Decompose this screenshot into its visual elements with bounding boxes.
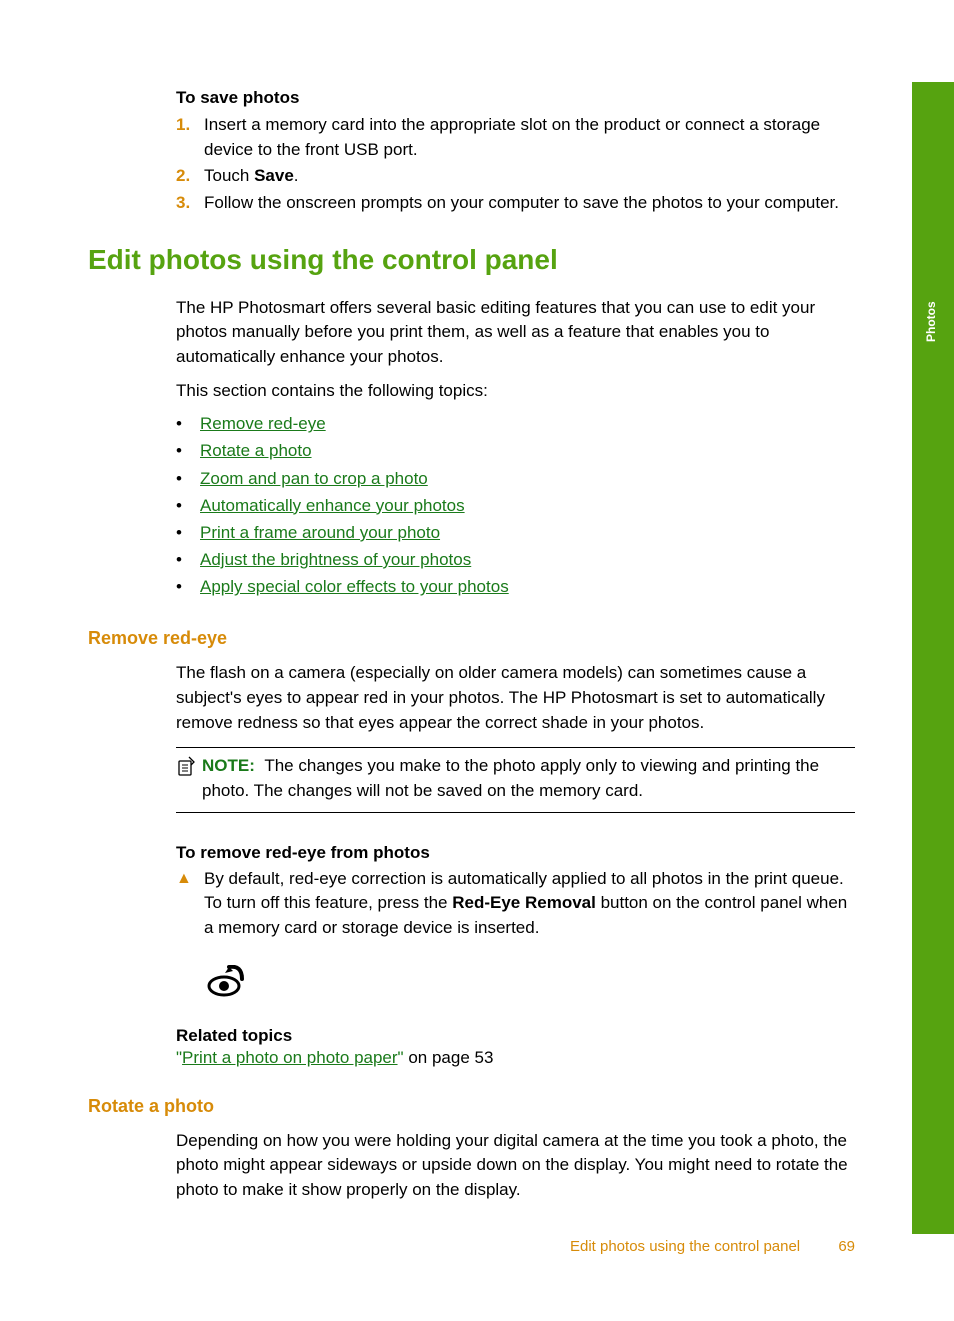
link-auto-enhance[interactable]: Automatically enhance your photos [200,492,465,519]
intro-section: The HP Photosmart offers several basic e… [176,296,855,601]
side-tab: Photos [912,82,954,1234]
list-text: Touch Save. [204,164,299,189]
heading-rotate-photo: Rotate a photo [88,1096,855,1117]
bullet-icon: • [176,492,200,519]
footer-title: Edit photos using the control panel [570,1238,800,1255]
link-adjust-brightness[interactable]: Adjust the brightness of your photos [200,546,471,573]
related-topics-title: Related topics [176,1026,855,1046]
list-text: Follow the onscreen prompts on your comp… [204,191,839,216]
topic-item: •Remove red-eye [176,410,855,437]
topic-item: •Automatically enhance your photos [176,492,855,519]
list-item: 2. Touch Save. [176,164,855,189]
side-tab-label: Photos [924,301,938,342]
proc-title: To remove red-eye from photos [176,843,855,863]
note-icon [176,754,202,803]
rotate-p1: Depending on how you were holding your d… [176,1129,855,1203]
proc-list: ▲ By default, red-eye correction is auto… [176,867,855,941]
bullet-icon: • [176,546,200,573]
save-photos-title: To save photos [176,88,855,108]
topic-item: •Print a frame around your photo [176,519,855,546]
heading-remove-red-eye: Remove red-eye [88,628,855,649]
link-remove-red-eye[interactable]: Remove red-eye [200,410,326,437]
list-number: 1. [176,113,204,162]
related-link-line: "Print a photo on photo paper" on page 5… [176,1048,855,1068]
topic-item: •Rotate a photo [176,437,855,464]
save-photos-list: 1. Insert a memory card into the appropr… [176,113,855,216]
red-eye-icon [204,965,855,1002]
bullet-icon: • [176,573,200,600]
heading-edit-photos: Edit photos using the control panel [88,244,855,276]
proc-item: ▲ By default, red-eye correction is auto… [176,867,855,941]
list-item: 3. Follow the onscreen prompts on your c… [176,191,855,216]
save-photos-section: To save photos 1. Insert a memory card i… [176,88,855,216]
intro-p1: The HP Photosmart offers several basic e… [176,296,855,370]
related-page-ref: on page 53 [404,1048,494,1067]
topic-item: •Zoom and pan to crop a photo [176,465,855,492]
triangle-icon: ▲ [176,867,204,941]
topic-item: •Adjust the brightness of your photos [176,546,855,573]
bullet-icon: • [176,465,200,492]
page-footer: Edit photos using the control panel 69 [570,1238,855,1255]
bullet-icon: • [176,410,200,437]
page-content: To save photos 1. Insert a memory card i… [0,0,954,1202]
remove-red-eye-p1: The flash on a camera (especially on old… [176,661,855,735]
topics-list: •Remove red-eye •Rotate a photo •Zoom an… [176,410,855,600]
link-print-photo-paper[interactable]: Print a photo on photo paper [182,1048,398,1067]
note-block: NOTE: The changes you make to the photo … [176,747,855,812]
link-zoom-pan[interactable]: Zoom and pan to crop a photo [200,465,428,492]
bullet-icon: • [176,519,200,546]
list-item: 1. Insert a memory card into the appropr… [176,113,855,162]
remove-red-eye-section: The flash on a camera (especially on old… [176,661,855,1067]
note-label: NOTE: [202,756,255,775]
link-print-frame[interactable]: Print a frame around your photo [200,519,440,546]
note-body: The changes you make to the photo apply … [202,756,819,800]
note-text: NOTE: The changes you make to the photo … [202,754,855,803]
footer-page: 69 [838,1238,855,1255]
proc-text: By default, red-eye correction is automa… [204,867,855,941]
link-color-effects[interactable]: Apply special color effects to your phot… [200,573,509,600]
link-rotate-photo[interactable]: Rotate a photo [200,437,312,464]
topic-item: •Apply special color effects to your pho… [176,573,855,600]
rotate-photo-section: Depending on how you were holding your d… [176,1129,855,1203]
list-number: 2. [176,164,204,189]
list-number: 3. [176,191,204,216]
bullet-icon: • [176,437,200,464]
list-text: Insert a memory card into the appropriat… [204,113,855,162]
intro-p2: This section contains the following topi… [176,379,855,404]
